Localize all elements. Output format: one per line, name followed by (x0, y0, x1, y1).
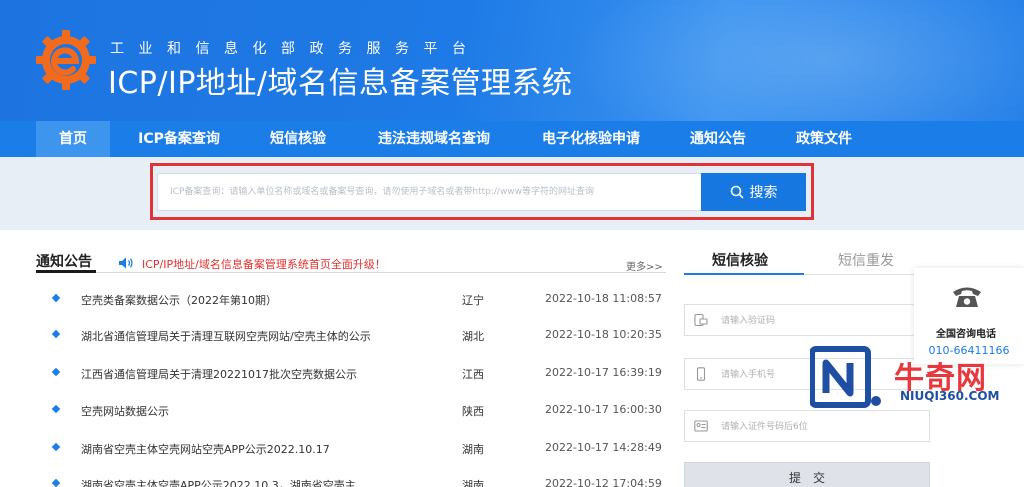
more-notices-link[interactable]: 更多>> (626, 258, 663, 273)
active-tab-indicator (684, 273, 804, 275)
nav-sms-verify[interactable]: 短信核验 (256, 121, 340, 157)
notice-row[interactable]: 空壳网站数据公示 陕西 2022-10-17 16:00:30 (50, 401, 670, 421)
notice-time: 2022-10-17 14:28:49 (545, 441, 662, 454)
phone-icon (953, 287, 981, 307)
notice-row[interactable]: 江西省通信管理局关于清理20221017批次空壳数据公示 江西 2022-10-… (50, 364, 670, 384)
niuqi-logo-icon (810, 346, 881, 408)
notice-time: 2022-10-17 16:00:30 (545, 403, 662, 416)
verification-code-input[interactable] (721, 311, 921, 331)
notice-region: 湖南 (462, 443, 484, 456)
notice-row[interactable]: 湖北省通信管理局关于清理互联网空壳网站/空壳主体的公示 湖北 2022-10-1… (50, 326, 670, 346)
notice-row[interactable]: 空壳类备案数据公示（2022年第10期） 辽宁 2022-10-18 11:08… (50, 290, 670, 310)
main-nav: 首页 ICP备案查询 短信核验 违法违规域名查询 电子化核验申请 通知公告 政策… (0, 121, 1024, 157)
nav-illegal-domain-query[interactable]: 违法违规域名查询 (362, 121, 506, 157)
notice-title[interactable]: 湖北省通信管理局关于清理互联网空壳网站/空壳主体的公示 (81, 328, 371, 344)
notice-title[interactable]: 湖南省空壳主体空壳APP公示2022.10.3，湖南省空壳主 (81, 477, 356, 487)
nav-policy-files[interactable]: 政策文件 (782, 121, 866, 157)
nav-home[interactable]: 首页 (36, 121, 110, 157)
notice-row[interactable]: 湖南省空壳主体空壳网站空壳APP公示2022.10.17 湖南 2022-10-… (50, 439, 670, 459)
notice-region: 湖北 (462, 330, 484, 343)
notice-time: 2022-10-18 11:08:57 (545, 292, 662, 305)
notice-title[interactable]: 江西省通信管理局关于清理20221017批次空壳数据公示 (81, 366, 357, 382)
tab-sms-verify[interactable]: 短信核验 (712, 250, 768, 270)
notice-time: 2022-10-18 10:20:35 (545, 328, 662, 341)
search-highlight-frame (150, 163, 814, 220)
notices-divider (36, 272, 666, 273)
id-number-input[interactable] (721, 417, 921, 437)
notice-row[interactable]: 湖南省空壳主体空壳APP公示2022.10.3，湖南省空壳主 湖南 2022-1… (50, 475, 670, 487)
watermark-url: NIUQI360.COM (900, 389, 1000, 403)
consult-label: 全国咨询电话 (936, 329, 996, 340)
notices-heading: 通知公告 (36, 254, 92, 270)
niuqi-watermark: 牛奇网 NIUQI360.COM (810, 345, 1024, 415)
notices-heading-underline (36, 270, 96, 273)
verification-code-field[interactable] (684, 304, 930, 336)
nav-notices[interactable]: 通知公告 (676, 121, 760, 157)
notice-time: 2022-10-17 16:39:19 (545, 366, 662, 379)
tab-sms-resend[interactable]: 短信重发 (838, 250, 894, 270)
bullet-icon (51, 329, 61, 339)
bullet-icon (51, 478, 61, 487)
announcement-link[interactable]: ICP/IP地址/域名信息备案管理系统首页全面升级！ (142, 256, 386, 272)
nav-e-verify-apply[interactable]: 电子化核验申请 (528, 121, 654, 157)
notice-region: 江西 (462, 368, 484, 381)
notice-region: 陕西 (462, 405, 484, 418)
message-code-icon (694, 313, 708, 327)
notice-time: 2022-10-12 17:04:59 (545, 477, 662, 487)
submit-button[interactable]: 提交 (684, 462, 930, 487)
system-title: ICP/IP地址/域名信息备案管理系统 (108, 66, 573, 101)
notice-title[interactable]: 湖南省空壳主体空壳网站空壳APP公示2022.10.17 (81, 441, 330, 457)
gear-e-logo-icon[interactable] (34, 28, 98, 92)
speaker-icon (119, 257, 133, 269)
mobile-phone-icon (696, 367, 706, 381)
notice-region: 湖南 (462, 479, 484, 487)
notice-title[interactable]: 空壳类备案数据公示（2022年第10期） (81, 292, 277, 308)
bullet-icon (51, 293, 61, 303)
notice-title[interactable]: 空壳网站数据公示 (81, 403, 169, 419)
ministry-platform-title: 工业和信息化部政务服务平台 (110, 41, 481, 57)
id-card-icon (694, 420, 708, 432)
nav-icp-query[interactable]: ICP备案查询 (124, 121, 234, 157)
site-header: 工业和信息化部政务服务平台 ICP/IP地址/域名信息备案管理系统 (0, 0, 1024, 121)
bullet-icon (51, 442, 61, 452)
bullet-icon (51, 367, 61, 377)
notice-region: 辽宁 (462, 294, 484, 307)
bullet-icon (51, 404, 61, 414)
